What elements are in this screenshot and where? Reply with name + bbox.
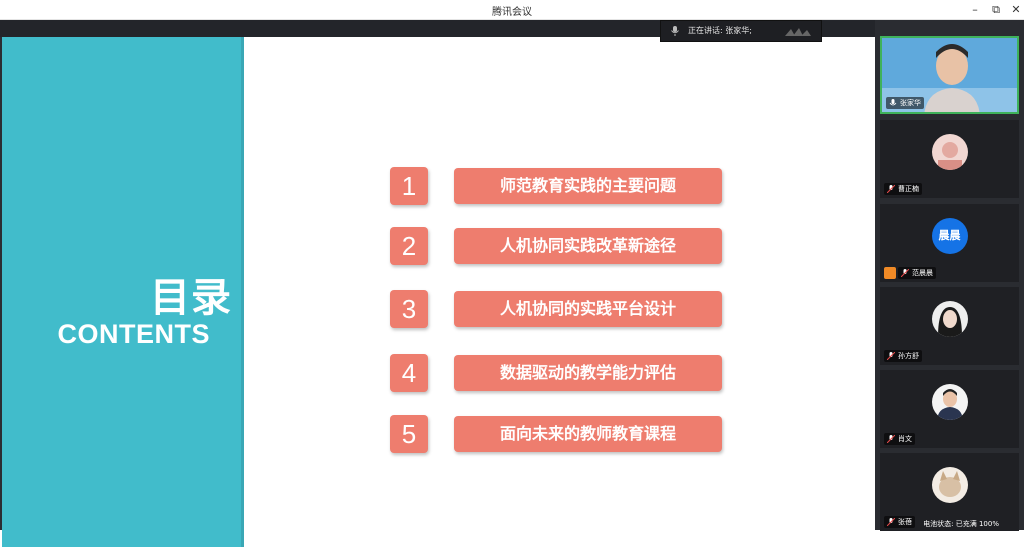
toc-label: 人机协同实践改革新途径 [454,228,722,264]
participant-name: 曹正楠 [884,183,922,195]
window-title: 腾讯会议 [492,7,532,18]
toc-number: 3 [390,290,428,328]
avatar [931,384,968,420]
slide-divider [241,37,244,547]
mic-muted-icon [887,352,895,360]
mic-icon [889,99,897,106]
avatar [931,467,968,503]
slide-title-cn: 目录 [150,275,232,321]
audio-level-icon [785,28,811,36]
participant-name: 范晨晨 [898,267,936,279]
speaking-label: 正在讲话: 张家华; [688,26,752,35]
speaking-indicator: 正在讲话: 张家华; [660,20,822,42]
toc-label: 数据驱动的教学能力评估 [454,355,722,391]
toc-label: 人机协同的实践平台设计 [454,291,722,327]
participant-sidebar: 张家华 曹正楠 晨晨 范晨晨 孙方舒 肖文 张蓓 电池状态: 已充满 100% [875,20,1024,531]
participant-name: 孙方舒 [884,350,922,362]
mic-muted-icon [887,435,895,443]
participant-tile[interactable]: 张家华 [880,36,1019,114]
close-button[interactable]: ✕ [1007,2,1024,18]
participant-tile[interactable]: 晨晨 范晨晨 [880,204,1019,282]
toc-label: 师范教育实践的主要问题 [454,168,722,204]
participant-tile[interactable]: 曹正楠 [880,120,1019,198]
participant-tile[interactable]: 肖文 [880,370,1019,448]
avatar [931,134,968,170]
shared-screen-stage: 正在讲话: 张家华; 目录 CONTENTS 1 师范教育实践的主要问题 2 人… [0,20,875,547]
avatar [931,301,968,337]
slide-title-en: CONTENTS [57,319,210,349]
toc-number: 5 [390,415,428,453]
participant-name: 张家华 [886,97,924,109]
host-icon [884,267,896,279]
toc-number: 2 [390,227,428,265]
window-title-bar: 腾讯会议 – ⧉ ✕ [0,0,1024,20]
mic-muted-icon [887,185,895,193]
toc-label: 面向未来的教师教育课程 [454,416,722,452]
participant-name: 张蓓 [884,516,915,528]
avatar: 晨晨 [931,218,968,254]
battery-status: 电池状态: 已充满 100% [923,520,999,528]
presentation-slide: 目录 CONTENTS 1 师范教育实践的主要问题 2 人机协同实践改革新途径 … [2,37,875,547]
mic-icon [671,26,679,36]
participant-tile[interactable]: 孙方舒 [880,287,1019,365]
toc-number: 1 [390,167,428,205]
mic-muted-icon [887,518,895,526]
minimize-button[interactable]: – [966,2,984,18]
participant-tile[interactable]: 张蓓 电池状态: 已充满 100% [880,453,1019,531]
mic-muted-icon [901,269,909,277]
maximize-button[interactable]: ⧉ [987,2,1005,18]
toc-number: 4 [390,354,428,392]
participant-name: 肖文 [884,433,915,445]
